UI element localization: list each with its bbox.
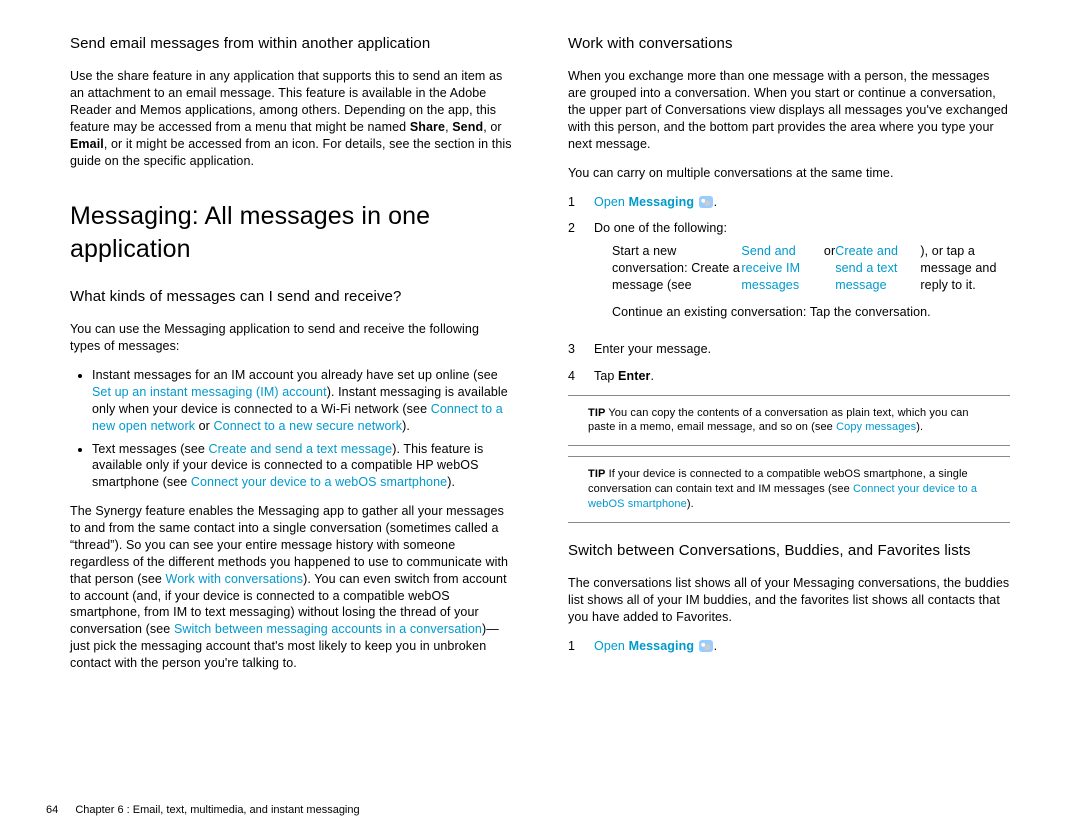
right-column: Work with conversations When you exchang… [568, 34, 1010, 740]
paragraph: The Synergy feature enables the Messagin… [70, 503, 512, 672]
paragraph: Use the share feature in any application… [70, 68, 512, 169]
tip-box: TIP If your device is connected to a com… [568, 456, 1010, 523]
list-item: 2 Do one of the following: Start a new c… [568, 220, 1010, 330]
list-item: 3Enter your message. [568, 341, 1010, 358]
list-item: Start a new conversation: Create a messa… [612, 243, 1010, 294]
paragraph: You can carry on multiple conversations … [568, 165, 1010, 182]
numbered-list: 1 Open Messaging . [568, 638, 1010, 655]
link[interactable]: Set up an instant messaging (IM) account [92, 385, 327, 399]
list-item: Instant messages for an IM account you a… [92, 367, 512, 435]
link[interactable]: Send and receive IM messages [741, 243, 823, 294]
page-number: 64 [46, 804, 58, 816]
section-heading: Send email messages from within another … [70, 34, 512, 54]
section-heading: What kinds of messages can I send and re… [70, 287, 512, 307]
numbered-list: 1 Open Messaging . 2 Do one of the follo… [568, 194, 1010, 385]
footer: 64 Chapter 6 : Email, text, multimedia, … [46, 804, 360, 816]
messaging-icon [699, 640, 713, 652]
link[interactable]: Switch between messaging accounts in a c… [174, 622, 482, 636]
tip-box: TIP You can copy the contents of a conve… [568, 395, 1010, 447]
paragraph: You can use the Messaging application to… [70, 321, 512, 355]
chapter-label: Chapter 6 : Email, text, multimedia, and… [75, 804, 359, 816]
bullet-list: Instant messages for an IM account you a… [70, 367, 512, 491]
paragraph: The conversations list shows all of your… [568, 575, 1010, 626]
list-item: 1 Open Messaging . [568, 194, 1010, 211]
link[interactable]: Messaging [629, 639, 695, 653]
messaging-icon [699, 196, 713, 208]
paragraph: When you exchange more than one message … [568, 68, 1010, 152]
link[interactable]: Create and send a text message [209, 442, 393, 456]
link[interactable]: Create and send a text message [835, 243, 920, 294]
list-item: Text messages (see Create and send a tex… [92, 441, 512, 492]
main-heading: Messaging: All messages in one applicati… [70, 200, 512, 268]
link[interactable]: Copy messages [836, 421, 916, 433]
page: Send email messages from within another … [0, 0, 1080, 760]
link[interactable]: Messaging [629, 195, 695, 209]
link[interactable]: Connect your device to a webOS smartphon… [191, 475, 447, 489]
section-heading: Work with conversations [568, 34, 1010, 54]
list-item: Continue an existing conversation: Tap t… [612, 304, 1010, 321]
list-item: 4Tap Enter. [568, 368, 1010, 385]
left-column: Send email messages from within another … [70, 34, 512, 740]
link[interactable]: Work with conversations [166, 572, 304, 586]
link[interactable]: Connect to a new secure network [214, 419, 403, 433]
list-item: 1 Open Messaging . [568, 638, 1010, 655]
section-heading: Switch between Conversations, Buddies, a… [568, 541, 1010, 561]
